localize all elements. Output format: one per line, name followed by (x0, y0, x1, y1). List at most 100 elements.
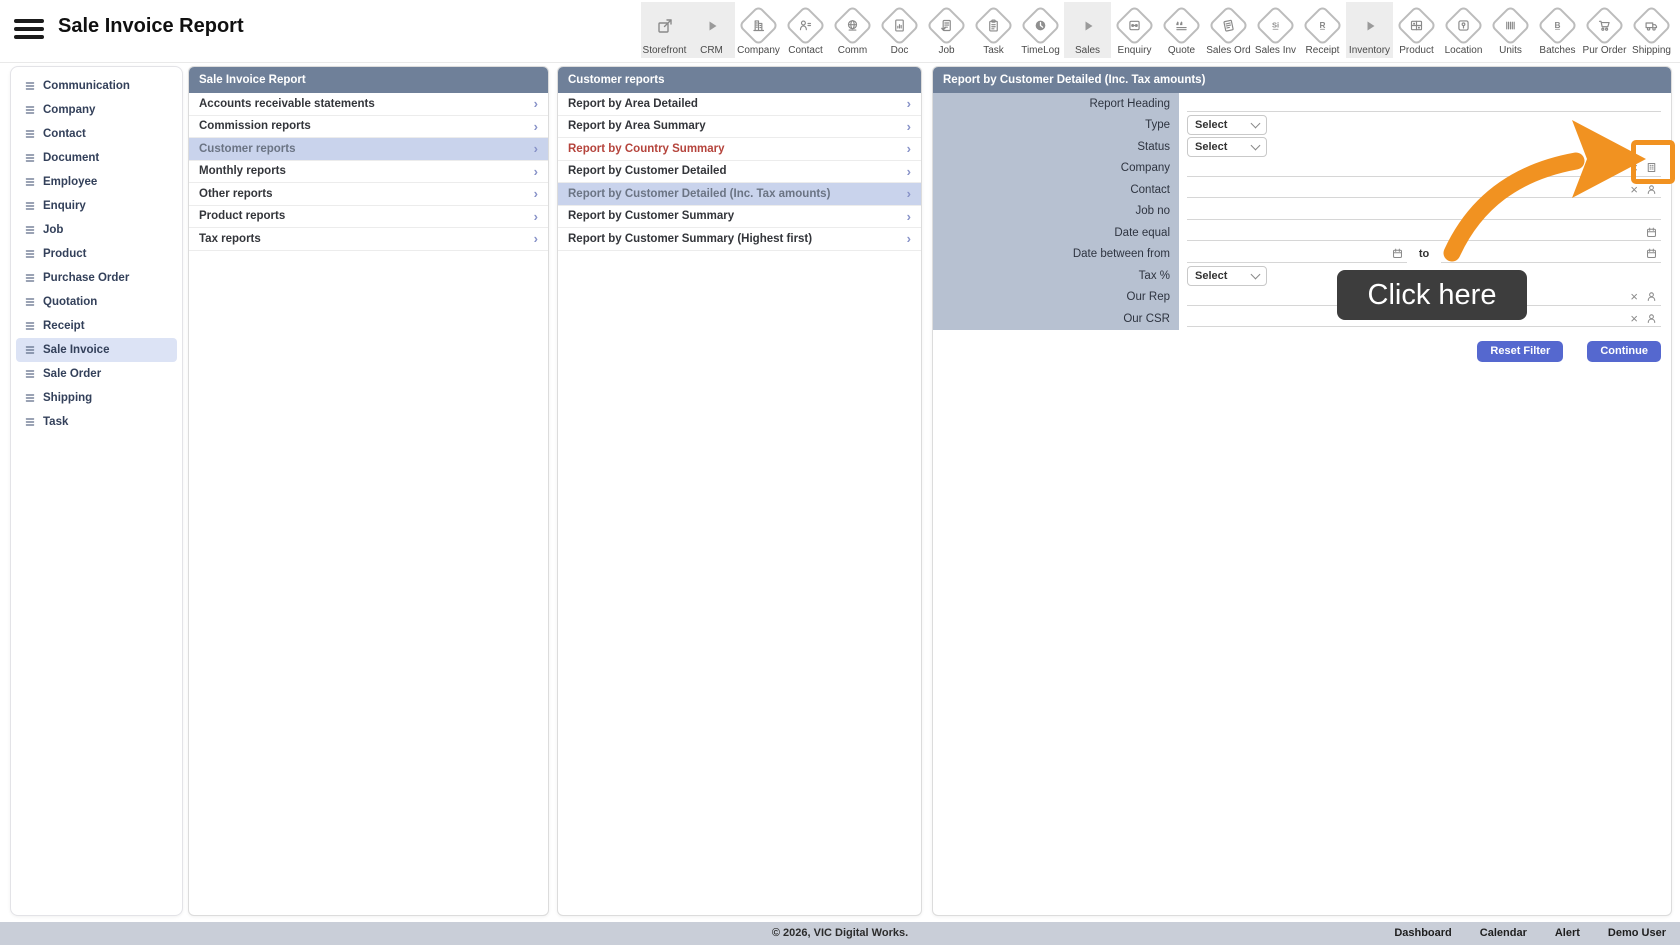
list-item-report-by-customer-detailed-inc-tax-amounts[interactable]: Report by Customer Detailed (Inc. Tax am… (558, 183, 921, 206)
footer-link-dashboard[interactable]: Dashboard (1394, 922, 1451, 945)
toolbar-item-inventory[interactable]: Inventory (1346, 2, 1393, 58)
clear-icon[interactable]: × (1630, 290, 1638, 303)
toolbar-item-timelog[interactable]: TimeLog (1017, 2, 1064, 58)
clear-icon[interactable]: × (1630, 183, 1638, 196)
list-item-report-by-customer-detailed[interactable]: Report by Customer Detailed › (558, 161, 921, 183)
list-item-label: Monthly reports (199, 165, 286, 178)
date-between-from-to-input[interactable] (1441, 246, 1662, 263)
toolbar-item-units[interactable]: Units (1487, 2, 1534, 58)
toolbar-item-doc[interactable]: Doc (876, 2, 923, 58)
list-item-product-reports[interactable]: Product reports › (189, 206, 548, 228)
sidebar-item-purchase-order[interactable]: Purchase Order (16, 266, 177, 290)
toolbar-item-label: TimeLog (1021, 45, 1060, 56)
status-select[interactable]: Select (1187, 136, 1267, 157)
sidebar-item-sale-invoice[interactable]: Sale Invoice (16, 338, 177, 362)
toolbar-item-quote[interactable]: Quote (1158, 2, 1205, 58)
sidebar-item-contact[interactable]: Contact (16, 122, 177, 146)
toolbar-item-company[interactable]: Company (735, 2, 782, 58)
job-no-input[interactable] (1187, 203, 1661, 220)
toolbar-item-sales[interactable]: Sales (1064, 2, 1111, 58)
reset-filter-button[interactable]: Reset Filter (1477, 340, 1564, 362)
sidebar-item-communication[interactable]: Communication (16, 74, 177, 98)
toolbar-item-location[interactable]: Location (1440, 2, 1487, 58)
sidebar-item-label: Receipt (43, 320, 85, 332)
list-item-monthly-reports[interactable]: Monthly reports › (189, 161, 548, 183)
chevron-right-icon: › (906, 208, 911, 224)
list-item-report-by-country-summary[interactable]: Report by Country Summary › (558, 138, 921, 161)
menu-icon[interactable] (14, 19, 44, 39)
list-item-report-by-customer-summary-highest-first[interactable]: Report by Customer Summary (Highest firs… (558, 228, 921, 251)
list-item-tax-reports[interactable]: Tax reports › (189, 228, 548, 251)
contact-input[interactable]: × (1187, 181, 1661, 199)
play-icon (1361, 7, 1379, 44)
type-select[interactable]: Select (1187, 115, 1267, 136)
chevron-right-icon: › (533, 231, 538, 247)
toolbar-item-sales-ord[interactable]: Sales Ord (1205, 2, 1252, 58)
list-item-label: Other reports (199, 187, 273, 200)
toolbar-item-label: Receipt (1305, 45, 1340, 56)
form-row-status: Status Select (933, 136, 1671, 158)
panel-header: Customer reports (558, 67, 921, 93)
calendar-icon[interactable] (1645, 247, 1658, 260)
sidebar-item-document[interactable]: Document (16, 146, 177, 170)
list-item-customer-reports[interactable]: Customer reports › (189, 138, 548, 161)
list-icon (24, 224, 36, 236)
toolbar-item-receipt[interactable]: R Receipt (1299, 2, 1346, 58)
tax-select[interactable]: Select (1187, 265, 1267, 286)
calendar-icon[interactable] (1391, 247, 1404, 260)
list-item-commission-reports[interactable]: Commission reports › (189, 116, 548, 138)
toolbar-item-storefront[interactable]: Storefront (641, 2, 688, 58)
list-item-other-reports[interactable]: Other reports › (189, 183, 548, 206)
chevron-right-icon: › (906, 163, 911, 179)
list-item-report-by-customer-summary[interactable]: Report by Customer Summary › (558, 206, 921, 228)
doc-check-icon (925, 4, 968, 47)
sidebar-item-label: Company (43, 104, 96, 116)
person-picker-icon[interactable] (1645, 290, 1658, 303)
page-title: Sale Invoice Report (58, 15, 244, 37)
list-item-label: Report by Customer Detailed (568, 165, 727, 178)
continue-button[interactable]: Continue (1587, 340, 1661, 362)
list-item-report-by-area-detailed[interactable]: Report by Area Detailed › (558, 93, 921, 116)
binoculars-icon (1113, 4, 1156, 47)
company-picker-icon[interactable] (1645, 161, 1658, 174)
our-csr-input[interactable]: × (1187, 310, 1661, 328)
toolbar-item-sales-inv[interactable]: Si Sales Inv (1252, 2, 1299, 58)
toolbar-item-crm[interactable]: CRM (688, 2, 735, 58)
footer-link-demo-user[interactable]: Demo User (1608, 922, 1666, 945)
sidebar-item-enquiry[interactable]: Enquiry (16, 194, 177, 218)
toolbar-item-shipping[interactable]: Shipping (1628, 2, 1675, 58)
toolbar-item-contact[interactable]: Contact (782, 2, 829, 58)
toolbar-item-product[interactable]: Product (1393, 2, 1440, 58)
sidebar-item-receipt[interactable]: Receipt (16, 314, 177, 338)
company-input[interactable]: × (1187, 160, 1661, 177)
date-between-from-from-input[interactable] (1187, 246, 1407, 263)
list-item-report-by-area-summary[interactable]: Report by Area Summary › (558, 116, 921, 138)
toolbar-item-job[interactable]: Job (923, 2, 970, 58)
our-rep-input[interactable]: × (1187, 289, 1661, 306)
toolbar-item-comm[interactable]: Comm (829, 2, 876, 58)
sidebar-item-task[interactable]: Task (16, 410, 177, 434)
sidebar-item-sale-order[interactable]: Sale Order (16, 362, 177, 386)
footer-link-alert[interactable]: Alert (1555, 922, 1580, 945)
list-item-accounts-receivable-statements[interactable]: Accounts receivable statements › (189, 93, 548, 116)
person-picker-icon[interactable] (1645, 183, 1658, 196)
report-heading-input[interactable] (1187, 95, 1661, 113)
clear-icon[interactable]: × (1630, 161, 1638, 174)
field-label-contact: Contact (933, 179, 1179, 201)
sidebar-item-quotation[interactable]: Quotation (16, 290, 177, 314)
clear-icon[interactable]: × (1630, 312, 1638, 325)
person-picker-icon[interactable] (1645, 312, 1658, 325)
toolbar-item-label: Quote (1167, 45, 1196, 56)
toolbar-item-task[interactable]: Task (970, 2, 1017, 58)
date-equal-input[interactable] (1187, 224, 1661, 242)
toolbar-item-batches[interactable]: B Batches (1534, 2, 1581, 58)
calendar-icon[interactable] (1645, 226, 1658, 239)
sidebar-item-product[interactable]: Product (16, 242, 177, 266)
footer-link-calendar[interactable]: Calendar (1480, 922, 1527, 945)
sidebar-item-shipping[interactable]: Shipping (16, 386, 177, 410)
sidebar-item-employee[interactable]: Employee (16, 170, 177, 194)
toolbar-item-pur-order[interactable]: Pur Order (1581, 2, 1628, 58)
toolbar-item-enquiry[interactable]: Enquiry (1111, 2, 1158, 58)
sidebar-item-job[interactable]: Job (16, 218, 177, 242)
sidebar-item-company[interactable]: Company (16, 98, 177, 122)
